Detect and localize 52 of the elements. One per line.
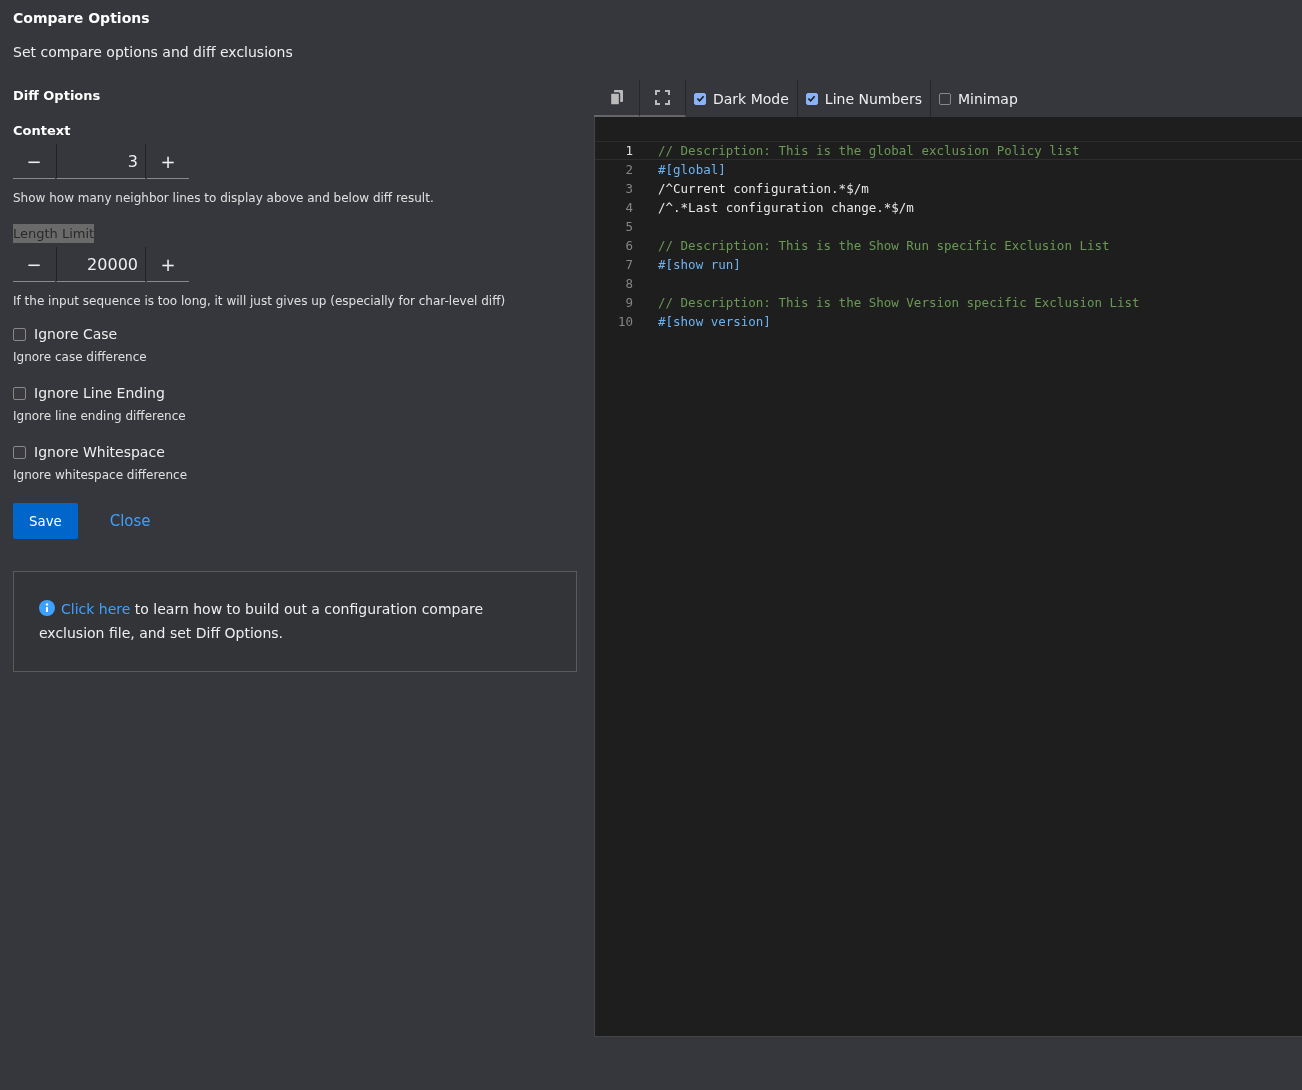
line-number: 3 [624, 181, 633, 196]
dialog-subtitle: Set compare options and diff exclusions [13, 44, 294, 60]
checkbox-label[interactable]: Ignore Whitespace [34, 444, 165, 460]
info-text: Click here to learn how to build out a configuration compare exclusion file, and set Diff Options. [39, 599, 485, 643]
code-comment: // Description: This is the Show Run specific Exclusion List [658, 238, 1110, 253]
increment-button[interactable]: + [147, 247, 189, 282]
number-field[interactable]: 20000 [56, 247, 146, 282]
code-line: /^Current configuration.*$/m [658, 181, 869, 196]
code-line: #[show run] [658, 257, 741, 272]
decrement-button[interactable]: − [13, 144, 55, 179]
code-line: #[global] [658, 162, 726, 177]
checkbox-description: Ignore whitespace difference [13, 468, 189, 482]
checkbox-label[interactable]: Minimap [958, 90, 1018, 107]
checkbox[interactable] [694, 92, 706, 105]
checkbox-label[interactable]: Ignore Line Ending [34, 385, 165, 401]
field-label: Context [13, 122, 71, 140]
copy-icon[interactable] [608, 89, 625, 106]
checkbox-label[interactable]: Ignore Case [34, 326, 118, 342]
code-comment: // Description: This is the Show Version specific Exclusion List [658, 295, 1140, 310]
checkbox[interactable] [805, 92, 818, 105]
fullscreen-icon[interactable] [655, 90, 670, 105]
save-button[interactable]: Save [13, 503, 78, 539]
line-number: 10 [616, 314, 633, 329]
line-number: 5 [624, 219, 633, 234]
checkbox[interactable] [13, 327, 26, 341]
section-heading: Diff Options [13, 88, 102, 103]
field-description: Show how many neighbor lines to display above and below diff result. [13, 191, 435, 205]
line-number: 8 [624, 276, 633, 291]
line-number: 9 [624, 295, 633, 310]
line-number: 7 [624, 257, 633, 272]
line-number: 6 [624, 238, 633, 253]
code-line: #[show version] [658, 314, 771, 329]
increment-button[interactable]: + [147, 144, 189, 179]
checkbox[interactable] [13, 386, 26, 400]
line-number: 4 [624, 200, 633, 215]
decrement-button[interactable]: − [13, 247, 55, 282]
field-description: If the input sequence is too long, it will just gives up (especially for char-level diff) [13, 294, 507, 308]
checkbox-description: Ignore line ending difference [13, 409, 187, 423]
code-line: /^.*Last configuration change.*$/m [658, 200, 914, 215]
close-button[interactable]: Close [91, 503, 169, 539]
checkbox-label[interactable]: Line Numbers [824, 90, 922, 107]
dialog-title: Compare Options [13, 10, 151, 26]
checkbox-label[interactable]: Dark Mode [713, 90, 789, 107]
help-link[interactable]: Click here [61, 601, 131, 617]
checkbox-description: Ignore case difference [13, 350, 148, 364]
line-number: 2 [624, 162, 633, 177]
checkbox[interactable] [13, 445, 26, 459]
number-field[interactable]: 3 [56, 144, 146, 179]
checkbox[interactable] [939, 92, 951, 105]
info-icon [39, 600, 55, 616]
line-number: 1 [624, 143, 633, 158]
field-label: Length Limit [13, 224, 95, 243]
